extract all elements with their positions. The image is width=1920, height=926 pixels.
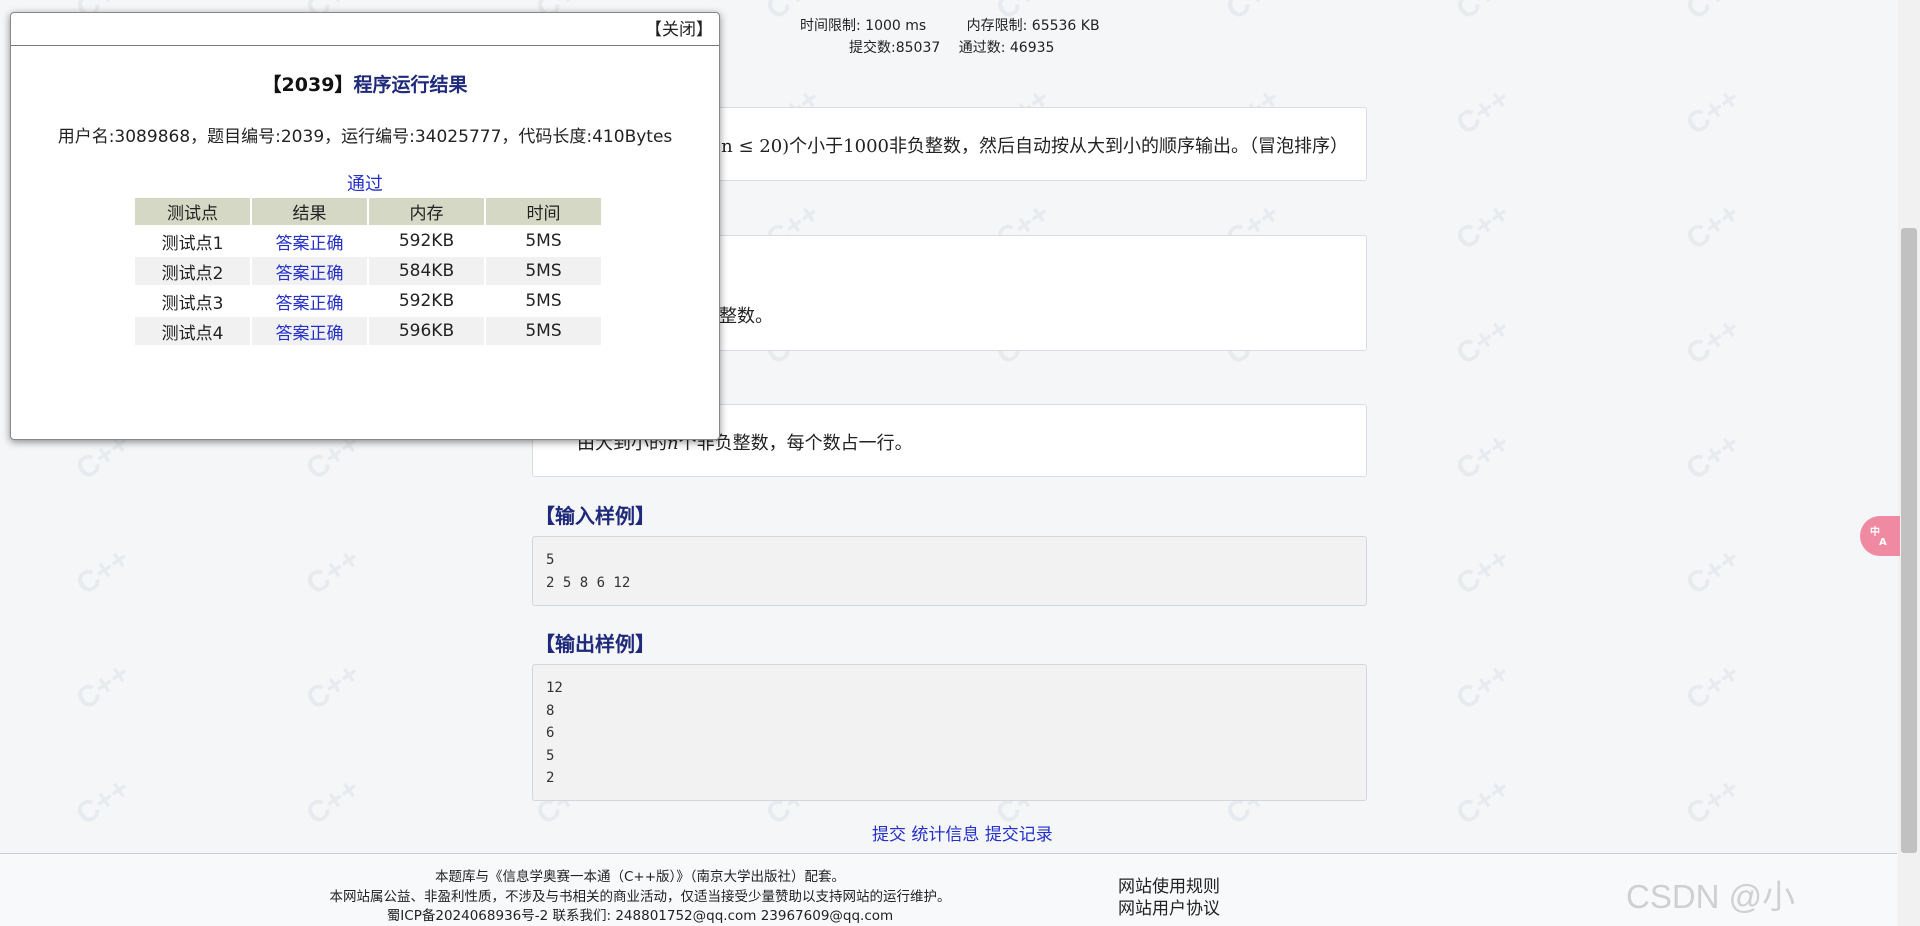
- translate-glyph-icon: 中 A: [1870, 525, 1887, 548]
- memory-limit: 内存限制: 65536 KB: [966, 18, 1100, 34]
- scrollbar-thumb[interactable]: [1901, 228, 1917, 853]
- watermark-glyph: C++: [1680, 426, 1746, 487]
- description-text: n ≤ 20)个小于1000非负整数，然后自动按从大到小的顺序输出。（冒泡排序）: [721, 136, 1348, 157]
- watermark-glyph: C++: [1680, 771, 1746, 832]
- stats-link[interactable]: 统计信息: [911, 825, 979, 845]
- result-link[interactable]: 答案正确: [252, 257, 367, 285]
- csdn-watermark: CSDN @小: [1626, 878, 1796, 915]
- memory-cell: 584KB: [369, 257, 484, 285]
- result-link[interactable]: 答案正确: [252, 287, 367, 315]
- footer-info: 本题库与《信息学奥赛一本通（C++版）》（南京大学出版社）配套。 本网站属公益、…: [0, 868, 1280, 926]
- translate-icon[interactable]: 中 A: [1860, 516, 1900, 556]
- watermark-glyph: C++: [300, 656, 366, 717]
- watermark-glyph: C++: [1680, 196, 1746, 257]
- watermark-glyph: C++: [1450, 311, 1516, 372]
- footer-line-1: 本题库与《信息学奥赛一本通（C++版）》（南京大学出版社）配套。: [434, 869, 846, 885]
- watermark-glyph: C++: [70, 771, 136, 832]
- watermark-glyph: C++: [1680, 0, 1746, 27]
- status-link[interactable]: 通过: [11, 170, 719, 196]
- table-header-row: 测试点 结果 内存 时间: [135, 198, 601, 225]
- watermark-glyph: C++: [1680, 656, 1746, 717]
- result-link[interactable]: 答案正确: [252, 317, 367, 345]
- submit-link[interactable]: 提交: [872, 825, 906, 845]
- table-row: 测试点1 答案正确 592KB 5MS: [135, 227, 601, 255]
- testpoint-cell: 测试点1: [161, 233, 224, 254]
- footer-line-2: 本网站属公益、非盈利性质，不涉及与书相关的商业活动，仅适当接受少量赞助以支持网站…: [329, 888, 951, 905]
- sample-input-title: 【输入样例】: [535, 504, 655, 528]
- memory-cell: 592KB: [398, 231, 455, 251]
- time-cell: 5MS: [525, 291, 562, 311]
- table-row: 测试点3 答案正确 592KB 5MS: [135, 287, 601, 315]
- dialog-title-text: 程序运行结果: [353, 74, 468, 96]
- close-button[interactable]: 【关闭】: [645, 15, 713, 40]
- table-row: 测试点2 答案正确 584KB 5MS: [135, 257, 601, 285]
- sample-input[interactable]: 5 2 5 8 6 12: [532, 536, 1367, 606]
- run-meta: 用户名:3089868，题目编号:2039，运行编号:34025777，代码长度…: [57, 127, 673, 147]
- watermark-glyph: C++: [1450, 426, 1516, 487]
- watermark-glyph: C++: [1680, 81, 1746, 142]
- watermark-glyph: C++: [1450, 771, 1516, 832]
- footer-line-3: 蜀ICP备2024068936号-2 联系我们: 248801752@qq.co…: [386, 908, 894, 924]
- problem-limits: 时间限制: 1000 ms 内存限制: 65536 KB 提交数:85037 通…: [800, 15, 1136, 57]
- site-rules-link[interactable]: 网站使用规则: [1118, 876, 1220, 898]
- submit-count: 提交数:85037: [849, 40, 941, 56]
- time-cell: 5MS: [525, 231, 562, 251]
- watermark-glyph: C++: [300, 541, 366, 602]
- table-row: 测试点4 答案正确 596KB 5MS: [135, 317, 601, 345]
- testpoint-cell: 测试点2: [135, 257, 250, 285]
- time-limit: 时间限制: 1000 ms: [800, 18, 927, 34]
- watermark-glyph: C++: [1450, 656, 1516, 717]
- watermark-glyph: C++: [300, 771, 366, 832]
- footer-links: 网站使用规则 网站用户协议: [1118, 876, 1220, 920]
- records-link[interactable]: 提交记录: [985, 825, 1053, 845]
- watermark-glyph: C++: [70, 656, 136, 717]
- time-cell: 5MS: [486, 317, 601, 345]
- watermark-glyph: C++: [1220, 0, 1286, 27]
- watermark-glyph: C++: [1450, 0, 1516, 27]
- header-testpoint: 测试点: [135, 198, 250, 225]
- watermark-glyph: C++: [70, 541, 136, 602]
- sample-output[interactable]: 12 8 6 5 2: [532, 664, 1367, 801]
- footer: 本题库与《信息学奥赛一本通（C++版）》（南京大学出版社）配套。 本网站属公益、…: [0, 854, 1897, 926]
- testpoint-cell: 测试点4: [135, 317, 250, 345]
- test-results-table: 测试点 结果 内存 时间 测试点1 答案正确 592KB 5MS 测试点2 答案…: [133, 196, 603, 347]
- memory-cell: 592KB: [398, 291, 455, 311]
- memory-cell: 596KB: [369, 317, 484, 345]
- svg-text:A: A: [1879, 537, 1887, 547]
- watermark-glyph: C++: [1450, 81, 1516, 142]
- problem-actions: 提交 统计信息 提交记录: [872, 820, 1053, 845]
- run-result-dialog: 【关闭】 【2039】程序运行结果 用户名:3089868，题目编号:2039，…: [10, 12, 720, 440]
- watermark-glyph: C++: [1680, 311, 1746, 372]
- problem-id: 【2039】: [262, 74, 354, 96]
- watermark-glyph: C++: [1450, 541, 1516, 602]
- header-result: 结果: [252, 198, 367, 225]
- header-time: 时间: [486, 198, 601, 225]
- watermark-glyph: C++: [1450, 196, 1516, 257]
- watermark-glyph: C++: [1680, 541, 1746, 602]
- pass-count: 通过数: 46935: [958, 40, 1055, 56]
- time-cell: 5MS: [486, 257, 601, 285]
- result-link[interactable]: 答案正确: [252, 227, 367, 255]
- dialog-divider: [11, 45, 719, 46]
- testpoint-cell: 测试点3: [161, 293, 224, 314]
- dialog-title: 【2039】程序运行结果: [11, 70, 719, 97]
- header-memory: 内存: [369, 198, 484, 225]
- input-line-2: 整数。: [719, 306, 773, 327]
- sample-output-title: 【输出样例】: [535, 632, 655, 656]
- user-agreement-link[interactable]: 网站用户协议: [1118, 898, 1220, 920]
